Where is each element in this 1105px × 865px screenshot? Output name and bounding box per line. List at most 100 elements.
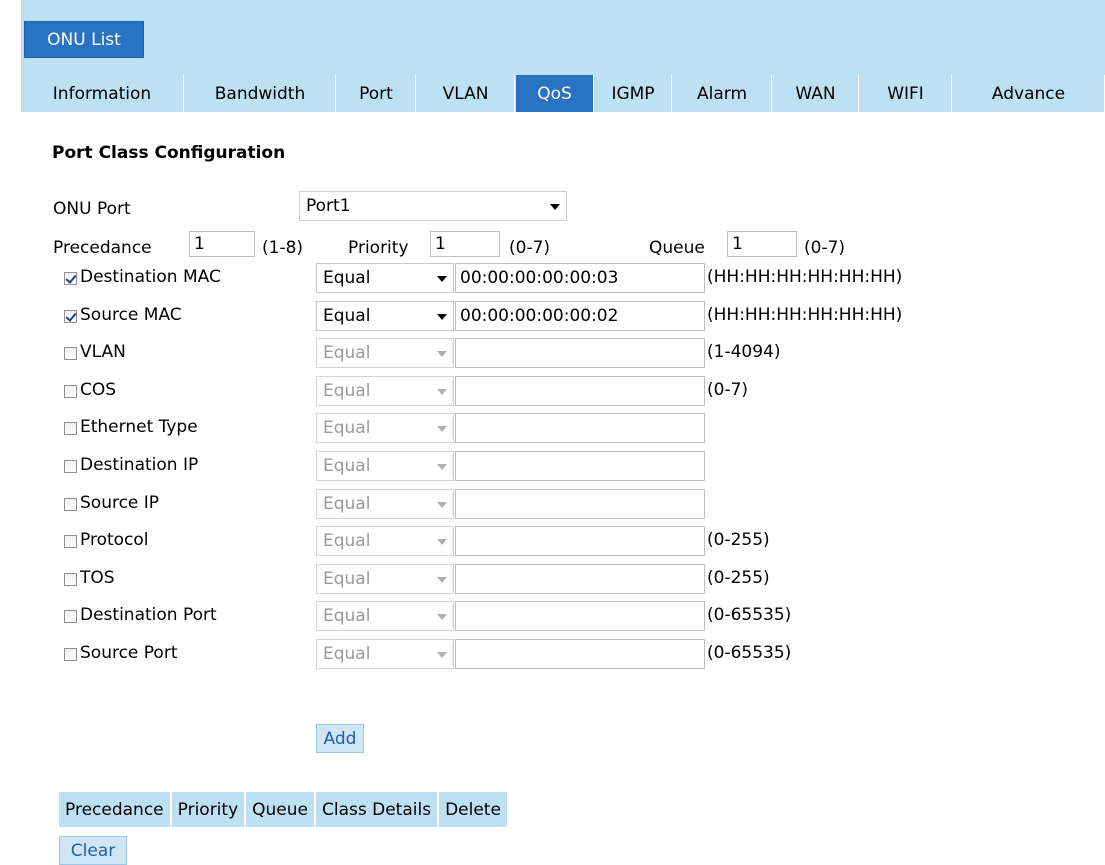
onu-port-select[interactable]: Port1 [299,191,567,221]
onu-port-label: ONU Port [53,199,131,219]
source-ip-checkbox[interactable] [64,498,77,511]
source-port-hint: (0-65535) [707,643,792,663]
source-ip-value-input[interactable] [455,489,705,519]
destination-ip-operator-select[interactable]: Equal [316,451,454,481]
priority-input[interactable]: 1 [430,231,500,257]
destination-port-value-input[interactable] [455,601,705,631]
tab-igmp[interactable]: IGMP [595,75,672,112]
source-port-operator-select[interactable]: Equal [316,639,454,669]
tab-vlan[interactable]: VLAN [417,75,515,112]
destination-port-operator-value: Equal [323,606,371,626]
source-port-label: Source Port [80,643,178,663]
vlan-label: VLAN [80,342,126,362]
source-mac-value-input[interactable]: 00:00:00:00:00:02 [455,301,705,331]
select-separator [452,417,453,439]
destination-mac-operator-select[interactable]: Equal [316,263,454,293]
sub-tabs: Information Bandwidth Port VLAN QoS IGMP Alarm… [21,75,1105,112]
cos-checkbox[interactable] [64,385,77,398]
select-separator [452,455,453,477]
destination-port-operator-select[interactable]: Equal [316,601,454,631]
chevron-down-icon [437,389,447,395]
destination-mac-checkbox[interactable] [64,272,77,285]
protocol-operator-select[interactable]: Equal [316,526,454,556]
source-port-checkbox[interactable] [64,648,77,661]
queue-input[interactable]: 1 [727,231,797,257]
ethernet-type-checkbox[interactable] [64,422,77,435]
destination-mac-label: Destination MAC [80,267,221,287]
tab-bandwidth[interactable]: Bandwidth [185,75,336,112]
top-navigation: ONU List Information Bandwidth Port VLAN QoS… [21,0,1105,112]
chevron-down-icon [437,652,447,658]
destination-port-label: Destination Port [80,605,217,625]
queue-range: (0-7) [804,238,846,258]
chevron-down-icon [550,204,560,210]
protocol-checkbox[interactable] [64,535,77,548]
clear-button[interactable]: Clear [59,836,127,865]
select-separator [452,530,453,552]
source-mac-hint: (HH:HH:HH:HH:HH:HH) [707,305,903,325]
tos-value-input[interactable] [455,564,705,594]
onu-port-value: Port1 [306,196,351,216]
protocol-operator-value: Equal [323,531,371,551]
cos-value-input[interactable] [455,376,705,406]
protocol-label: Protocol [80,530,149,550]
ethernet-type-value-input[interactable] [455,413,705,443]
tab-port[interactable]: Port [337,75,416,112]
section-title: Port Class Configuration [52,143,286,163]
destination-ip-operator-value: Equal [323,456,371,476]
column-header-class-details: Class Details [315,791,439,828]
chevron-down-icon [437,464,447,470]
vlan-checkbox[interactable] [64,347,77,360]
source-mac-operator-select[interactable]: Equal [316,301,454,331]
add-button[interactable]: Add [316,724,364,753]
cos-label: COS [80,380,117,400]
tab-wan[interactable]: WAN [773,75,859,112]
source-ip-operator-value: Equal [323,494,371,514]
queue-label: Queue [649,238,705,258]
source-port-operator-value: Equal [323,644,371,664]
chevron-down-icon [437,314,447,320]
tab-advance[interactable]: Advance [953,75,1105,112]
source-ip-label: Source IP [80,493,160,513]
precedance-input[interactable]: 1 [189,231,255,257]
chevron-down-icon [437,539,447,545]
tos-operator-value: Equal [323,569,371,589]
protocol-value-input[interactable] [455,526,705,556]
source-port-value-input[interactable] [455,639,705,669]
class-table-header: Precedance Priority Queue Class Details Dele… [58,791,508,828]
tab-alarm[interactable]: Alarm [673,75,772,112]
tos-operator-select[interactable]: Equal [316,564,454,594]
page-frame: ONU List Information Bandwidth Port VLAN QoS… [21,0,1105,865]
vlan-hint: (1-4094) [707,342,781,362]
tab-wifi[interactable]: WIFI [860,75,952,112]
priority-range: (0-7) [509,238,551,258]
vlan-operator-select[interactable]: Equal [316,338,454,368]
destination-mac-hint: (HH:HH:HH:HH:HH:HH) [707,267,903,287]
tos-label: TOS [80,568,115,588]
destination-port-checkbox[interactable] [64,610,77,623]
vlan-value-input[interactable] [455,338,705,368]
ethernet-type-operator-select[interactable]: Equal [316,413,454,443]
cos-operator-value: Equal [323,381,371,401]
destination-ip-label: Destination IP [80,455,199,475]
destination-mac-operator-value: Equal [323,268,371,288]
chevron-down-icon [437,351,447,357]
priority-label: Priority [348,238,409,258]
select-separator [452,380,453,402]
destination-ip-checkbox[interactable] [64,460,77,473]
source-mac-checkbox[interactable] [64,310,77,323]
cos-operator-select[interactable]: Equal [316,376,454,406]
source-mac-label: Source MAC [80,305,182,325]
source-ip-operator-select[interactable]: Equal [316,489,454,519]
destination-ip-value-input[interactable] [455,451,705,481]
column-header-precedance: Precedance [58,791,171,828]
column-header-priority: Priority [170,791,246,828]
tab-onu-list[interactable]: ONU List [24,21,144,58]
tos-checkbox[interactable] [64,573,77,586]
select-separator [452,493,453,515]
tab-qos[interactable]: QoS [516,75,594,112]
column-header-delete: Delete [438,791,508,828]
source-mac-operator-value: Equal [323,306,371,326]
destination-mac-value-input[interactable]: 00:00:00:00:00:03 [455,263,705,293]
tab-information[interactable]: Information [21,75,184,112]
